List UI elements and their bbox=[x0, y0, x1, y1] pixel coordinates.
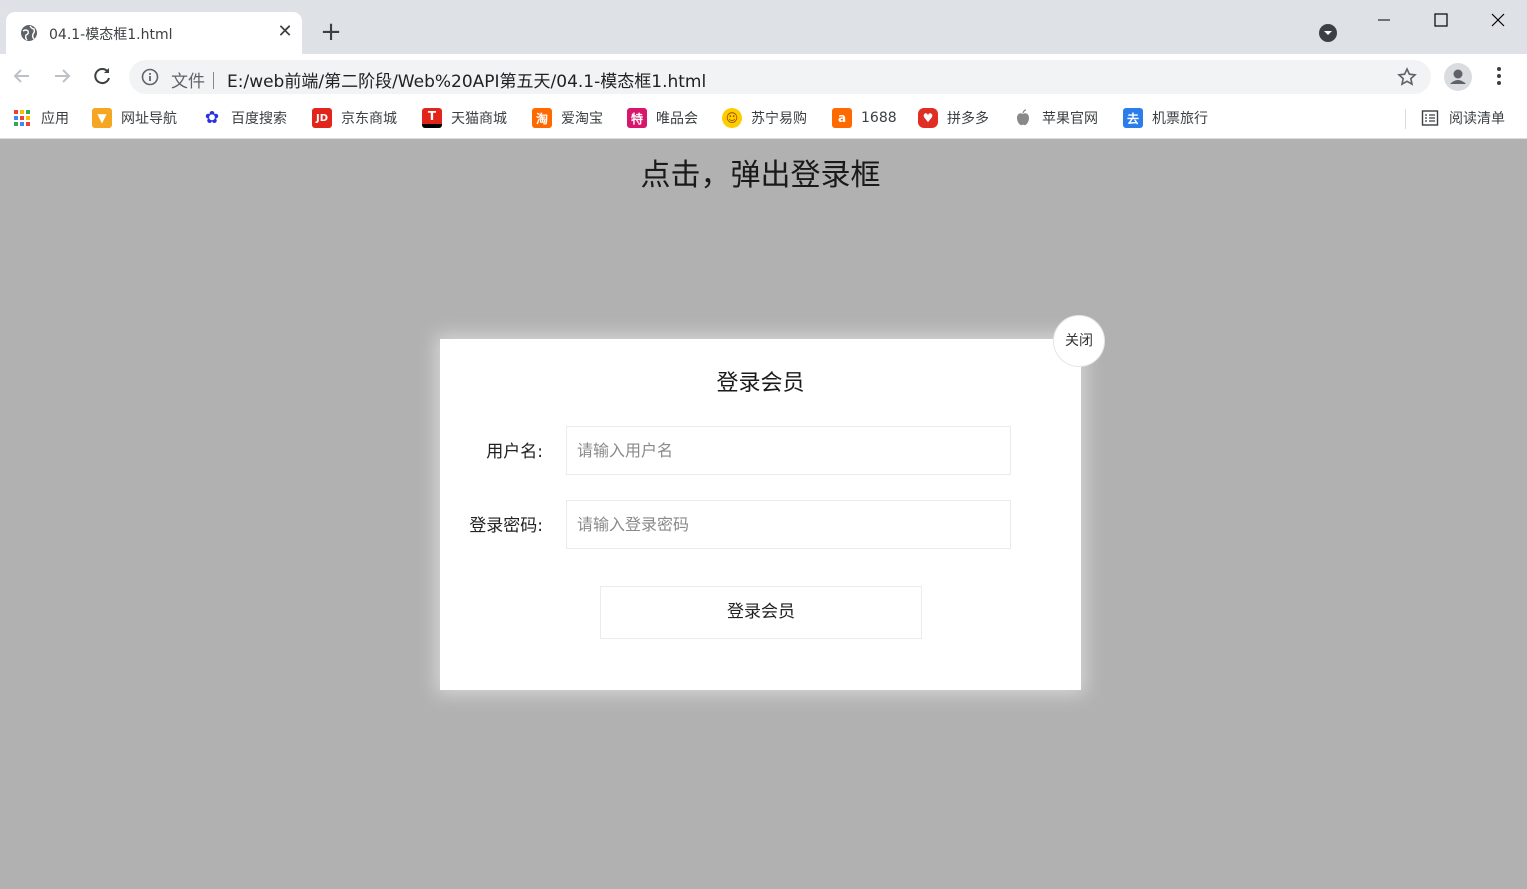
bookmarks-bar: 应用 ▼ 网址导航 ✿ 百度搜索 JD 京东商城 T 天猫商城 淘 爱淘宝 特 … bbox=[0, 99, 1527, 139]
bookmark-label: 唯品会 bbox=[656, 111, 698, 127]
bookmark-travel[interactable]: 去 机票旅行 bbox=[1123, 107, 1208, 129]
jd-icon: JD bbox=[312, 108, 332, 128]
forward-arrow-icon[interactable] bbox=[50, 64, 74, 88]
modal-title: 登录会员 bbox=[716, 371, 805, 396]
alibaba-icon: a bbox=[832, 108, 852, 128]
back-arrow-icon[interactable] bbox=[10, 64, 34, 88]
username-label: 用户名: bbox=[486, 442, 543, 462]
bookmark-jd[interactable]: JD 京东商城 bbox=[312, 107, 397, 129]
bookmark-pinduoduo[interactable]: ♥ 拼多多 bbox=[918, 107, 989, 129]
password-input[interactable] bbox=[566, 500, 1011, 549]
browser-toolbar: 文件｜ E:/web前端/第二阶段/Web%20API第五天/04.1-模态框1… bbox=[0, 54, 1527, 99]
arrow-nav-icon: ▼ bbox=[92, 108, 112, 128]
bookmark-suning[interactable]: ☺ 苏宁易购 bbox=[722, 107, 807, 129]
bookmark-label: 拼多多 bbox=[947, 111, 989, 127]
bookmark-label: 京东商城 bbox=[341, 111, 397, 127]
bookmark-tmall[interactable]: T 天猫商城 bbox=[422, 107, 507, 129]
maximize-icon[interactable] bbox=[1429, 8, 1453, 32]
bookmark-star-icon[interactable] bbox=[1397, 67, 1417, 87]
travel-icon: 去 bbox=[1123, 108, 1143, 128]
browser-titlebar: 04.1-模态框1.html ✕ + bbox=[0, 0, 1527, 54]
bookmark-label: 机票旅行 bbox=[1152, 111, 1208, 127]
tmall-icon: T bbox=[422, 108, 442, 128]
info-icon[interactable] bbox=[141, 68, 159, 86]
bookmark-label: 百度搜索 bbox=[231, 111, 287, 127]
url-scheme-label: 文件｜ bbox=[171, 72, 222, 92]
reload-icon[interactable] bbox=[90, 64, 114, 88]
password-label: 登录密码: bbox=[469, 516, 543, 536]
bookmark-label: 网址导航 bbox=[121, 111, 177, 127]
bookmark-baidu[interactable]: ✿ 百度搜索 bbox=[202, 107, 287, 129]
profile-avatar[interactable] bbox=[1444, 63, 1472, 91]
tab-title: 04.1-模态框1.html bbox=[49, 27, 173, 43]
url-text[interactable]: E:/web前端/第二阶段/Web%20API第五天/04.1-模态框1.htm… bbox=[227, 67, 706, 92]
bookmark-label: 苹果官网 bbox=[1042, 111, 1098, 127]
modal-close-button[interactable]: 关闭 bbox=[1053, 315, 1105, 367]
pinduoduo-icon: ♥ bbox=[918, 108, 938, 128]
suning-lion-icon: ☺ bbox=[722, 108, 742, 128]
bookmark-vip[interactable]: 特 唯品会 bbox=[627, 107, 698, 129]
page-overlay[interactable]: 点击，弹出登录框 关闭 登录会员 用户名: 登录密码: 登录会员 bbox=[0, 140, 1527, 889]
reading-list-icon bbox=[1421, 110, 1439, 126]
bookmark-label: 天猫商城 bbox=[451, 111, 507, 127]
browser-tab[interactable]: 04.1-模态框1.html ✕ bbox=[6, 12, 302, 54]
bookmark-taobao[interactable]: 淘 爱淘宝 bbox=[532, 107, 603, 129]
username-input[interactable] bbox=[566, 426, 1011, 475]
more-menu-icon[interactable] bbox=[1490, 65, 1508, 87]
tab-search-icon[interactable] bbox=[1319, 24, 1337, 42]
page-heading[interactable]: 点击，弹出登录框 bbox=[0, 150, 1521, 194]
bookmark-1688[interactable]: a 1688 bbox=[832, 107, 897, 129]
bookmark-label: 苏宁易购 bbox=[751, 111, 807, 127]
bookmark-nav[interactable]: ▼ 网址导航 bbox=[92, 107, 177, 129]
apps-grid-icon bbox=[14, 110, 30, 126]
new-tab-button[interactable]: + bbox=[318, 19, 344, 46]
login-submit-button[interactable]: 登录会员 bbox=[600, 586, 922, 639]
bookmarks-divider bbox=[1405, 109, 1406, 129]
bookmark-apple[interactable]: 苹果官网 bbox=[1013, 107, 1098, 129]
taobao-icon: 淘 bbox=[532, 108, 552, 128]
window-close-icon[interactable] bbox=[1486, 8, 1510, 32]
minimize-icon[interactable] bbox=[1372, 8, 1396, 32]
login-modal: 关闭 登录会员 用户名: 登录密码: 登录会员 bbox=[440, 315, 1105, 690]
bookmark-label: 1688 bbox=[861, 110, 897, 126]
bookmark-label: 爱淘宝 bbox=[561, 111, 603, 127]
vip-icon: 特 bbox=[627, 108, 647, 128]
reading-list-label: 阅读清单 bbox=[1449, 111, 1505, 127]
apple-icon bbox=[1017, 109, 1029, 126]
address-bar[interactable]: 文件｜ E:/web前端/第二阶段/Web%20API第五天/04.1-模态框1… bbox=[129, 60, 1431, 94]
tab-close-icon[interactable]: ✕ bbox=[274, 21, 296, 43]
globe-icon bbox=[21, 25, 37, 41]
baidu-paw-icon: ✿ bbox=[204, 108, 220, 128]
bookmark-apps[interactable]: 应用 bbox=[12, 107, 69, 129]
bookmark-label: 应用 bbox=[41, 111, 69, 127]
reading-list-button[interactable]: 阅读清单 bbox=[1420, 107, 1505, 129]
person-icon bbox=[1450, 69, 1466, 84]
